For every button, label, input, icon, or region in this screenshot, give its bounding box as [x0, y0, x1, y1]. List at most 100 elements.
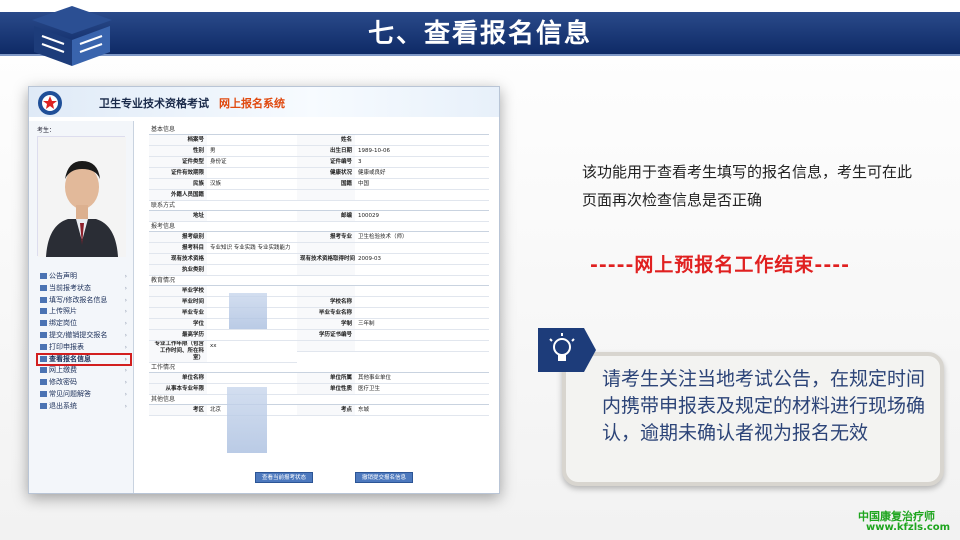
- sidebar-item[interactable]: 提交/撤销提交报名 ›: [37, 330, 131, 342]
- info-table: 毕业学校 毕业时间 学校名称 毕业专业 毕业专业名称 学位 学制 三年制 最高学历 学历证书编号专…: [149, 286, 489, 363]
- chevron-right-icon: ›: [124, 308, 127, 316]
- field-value: [207, 168, 297, 179]
- section-header: 基本信息: [149, 125, 489, 135]
- key-icon: [40, 379, 47, 386]
- view-status-button[interactable]: 查看当前报考状态: [255, 472, 314, 483]
- field-label: 学制: [297, 319, 355, 330]
- sidebar-item-label: 上传照片: [49, 307, 77, 316]
- field-value: [207, 190, 297, 201]
- chevron-right-icon: ›: [124, 379, 127, 387]
- field-value: [207, 211, 297, 222]
- field-label: 考区: [149, 405, 207, 416]
- field-label: 档案号: [149, 135, 207, 146]
- pay-icon: [40, 367, 47, 374]
- sidebar: 考生： 公告声明 › 当前报考状态 › 填写/修改报名信息 › 上传照片 › 绑定岗位 › 提交/撤…: [29, 121, 134, 493]
- chevron-right-icon: ›: [124, 273, 127, 280]
- sidebar-item[interactable]: 当前报考状态 ›: [37, 283, 131, 295]
- sidebar-item-label: 打印申报表: [49, 342, 84, 351]
- revoke-submit-button[interactable]: 撤销提交报名信息: [355, 472, 414, 483]
- redacted-block: [229, 293, 267, 329]
- field-value: 2009-03: [355, 254, 489, 265]
- field-value: [207, 373, 297, 384]
- status-icon: [40, 284, 47, 291]
- info-table: 单位名称 单位所属 其他事业单位 从事本专业年限 单位性质 医疗卫生: [149, 373, 489, 395]
- field-value: 专业知识 专业实践 专业实践能力: [207, 243, 297, 254]
- brand-url[interactable]: www.kfzls.com: [866, 522, 950, 533]
- field-label: [297, 265, 355, 276]
- photo-icon: [40, 308, 47, 315]
- sidebar-item-label: 公告声明: [49, 272, 77, 280]
- field-label: 报考专业: [297, 232, 355, 243]
- field-label: 现有技术资格取得时间: [297, 254, 355, 265]
- sidebar-item-label: 常见问题解答: [49, 389, 91, 398]
- field-value: 东城: [355, 405, 489, 416]
- field-value: [355, 135, 489, 146]
- field-value: [355, 190, 489, 201]
- field-value: [355, 286, 489, 297]
- field-value: [355, 265, 489, 276]
- field-label: 性别: [149, 146, 207, 157]
- avatar: [37, 136, 126, 257]
- end-line: -----网上预报名工作结束----: [590, 254, 850, 276]
- sidebar-item[interactable]: 上传照片 ›: [37, 306, 131, 318]
- sidebar-item[interactable]: 修改密码 ›: [37, 377, 131, 389]
- field-value: xx: [207, 341, 297, 363]
- field-value: 其他事业单位: [355, 373, 489, 384]
- sidebar-item[interactable]: 公告声明 ›: [37, 271, 131, 283]
- field-label: 外籍人员国籍: [149, 190, 207, 201]
- field-value: [355, 341, 489, 352]
- field-label: 毕业时间: [149, 297, 207, 308]
- sidebar-item[interactable]: 打印申报表 ›: [37, 342, 131, 354]
- chevron-right-icon: ›: [124, 402, 127, 410]
- field-label: 证件有效期限: [149, 168, 207, 179]
- sidebar-item[interactable]: 绑定岗位 ›: [37, 318, 131, 330]
- chevron-right-icon: ›: [124, 331, 127, 339]
- field-value: 男: [207, 146, 297, 157]
- field-value: 健康或良好: [355, 168, 489, 179]
- field-label: 执业类别: [149, 265, 207, 276]
- exit-icon: [40, 402, 47, 409]
- field-label: 姓名: [297, 135, 355, 146]
- section-header: 联系方式: [149, 201, 489, 211]
- field-label: 地址: [149, 211, 207, 222]
- field-value: 1989-10-06: [355, 146, 489, 157]
- field-label: 毕业专业: [149, 308, 207, 319]
- chevron-right-icon: ›: [124, 367, 127, 375]
- user-label: 考生：: [37, 127, 56, 134]
- speaker-icon: [40, 273, 47, 279]
- sidebar-item[interactable]: 常见问题解答 ›: [37, 389, 131, 401]
- field-value: [207, 135, 297, 146]
- field-label: 证件类型: [149, 157, 207, 168]
- field-label: 出生日期: [297, 146, 355, 157]
- field-label: 专业工作年限（包含工作时间、所在科室）: [149, 341, 207, 363]
- field-label: 单位性质: [297, 384, 355, 395]
- field-value: [355, 243, 489, 254]
- field-value: [355, 330, 489, 341]
- chevron-right-icon: ›: [124, 390, 127, 398]
- sidebar-item[interactable]: 查看报名信息 ›: [36, 352, 132, 367]
- info-table: 档案号 姓名 性别男出生日期 1989-10-06 证件类型 身份证 证件编号 3 证件有效期限…: [149, 135, 489, 201]
- sidebar-item[interactable]: 填写/修改报名信息 ›: [37, 295, 131, 307]
- view-icon: [40, 355, 47, 362]
- sidebar-item-label: 退出系统: [49, 401, 77, 410]
- section-header: 报考信息: [149, 222, 489, 232]
- field-label: 最高学历: [149, 330, 207, 341]
- emblem-icon: [38, 91, 62, 115]
- field-label: 毕业专业名称: [297, 308, 355, 319]
- chevron-right-icon: ›: [124, 355, 127, 363]
- field-value: 100029: [355, 211, 489, 222]
- field-label: 单位所属: [297, 373, 355, 384]
- field-label: [297, 243, 355, 254]
- field-label: 国籍: [297, 179, 355, 190]
- sidebar-item[interactable]: 退出系统 ›: [37, 401, 131, 413]
- field-label: [297, 286, 355, 297]
- sidebar-item-label: 提交/撤销提交报名: [49, 330, 108, 339]
- app-screenshot: 卫生专业技术资格考试 网上报名系统 考生： 公告声明 › 当前报考状态 › 填写/修改报…: [28, 86, 500, 494]
- sidebar-item-label: 修改密码: [49, 378, 77, 387]
- chevron-right-icon: ›: [124, 343, 127, 351]
- description-text: 该功能用于查看考生填写的报名信息，考生可在此页面再次检查信息是否正确: [582, 163, 913, 209]
- app-header: 卫生专业技术资格考试 网上报名系统: [29, 87, 499, 117]
- field-label: 报考科目: [149, 243, 207, 254]
- sidebar-item[interactable]: 网上缴费 ›: [37, 365, 131, 377]
- chevron-right-icon: ›: [124, 320, 127, 328]
